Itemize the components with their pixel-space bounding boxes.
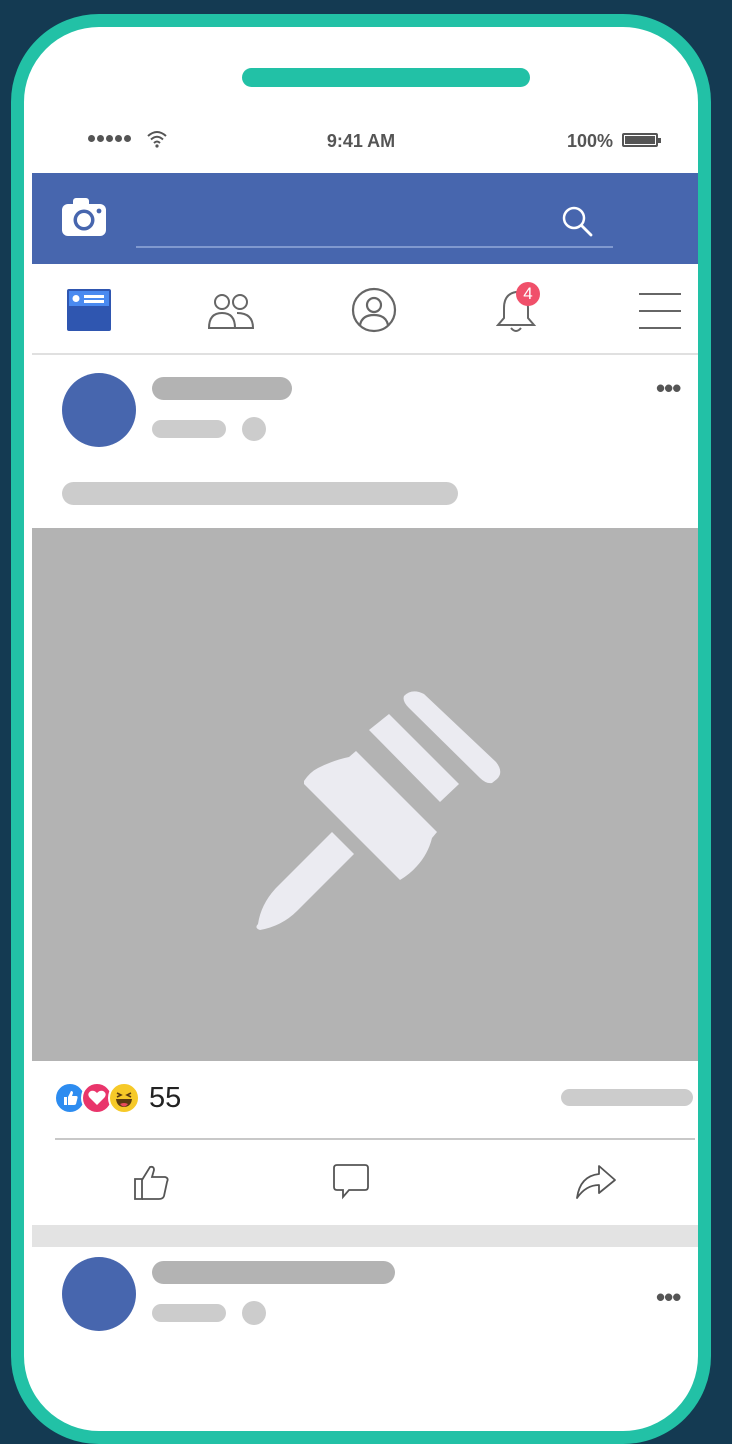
top-bar bbox=[32, 173, 698, 264]
timestamp-placeholder bbox=[152, 420, 226, 438]
action-divider bbox=[55, 1138, 695, 1140]
speaker-slot bbox=[242, 68, 530, 87]
more-options-button[interactable]: ••• bbox=[656, 375, 681, 401]
tab-bar: 4 bbox=[32, 264, 698, 355]
avatar[interactable] bbox=[62, 1257, 136, 1331]
post-actions bbox=[24, 1162, 698, 1206]
friends-icon[interactable] bbox=[207, 291, 255, 331]
phone-frame: 9:41 AM 100% 4 ••• 55 ••• bbox=[11, 14, 711, 1444]
comment-button-icon[interactable] bbox=[331, 1162, 371, 1202]
like-button-icon[interactable] bbox=[132, 1162, 172, 1202]
notifications-tab[interactable]: 4 bbox=[495, 282, 544, 334]
reaction-count: 55 bbox=[149, 1081, 182, 1114]
privacy-placeholder bbox=[242, 1301, 266, 1325]
battery-icon bbox=[622, 133, 661, 147]
news-feed-icon[interactable] bbox=[67, 289, 111, 331]
search-icon[interactable] bbox=[560, 204, 596, 240]
post-text-placeholder bbox=[62, 482, 458, 505]
avatar[interactable] bbox=[62, 373, 136, 447]
status-bar: 9:41 AM 100% bbox=[24, 127, 698, 157]
reactions-summary[interactable]: 55 bbox=[54, 1081, 181, 1115]
profile-icon[interactable] bbox=[350, 286, 398, 334]
search-input[interactable] bbox=[136, 246, 613, 248]
post-image[interactable] bbox=[32, 528, 698, 1061]
pin-icon bbox=[256, 691, 501, 930]
notification-badge: 4 bbox=[516, 282, 540, 306]
author-name-placeholder bbox=[152, 377, 292, 400]
camera-icon[interactable] bbox=[61, 197, 107, 237]
battery-percent: 100% bbox=[567, 131, 614, 151]
comments-count-placeholder bbox=[561, 1089, 693, 1106]
privacy-placeholder bbox=[242, 417, 266, 441]
menu-icon[interactable] bbox=[638, 292, 682, 330]
more-options-button[interactable]: ••• bbox=[656, 1284, 681, 1310]
feed-separator bbox=[32, 1225, 698, 1247]
author-name-placeholder bbox=[152, 1261, 395, 1284]
haha-reaction-icon bbox=[108, 1082, 140, 1114]
timestamp-placeholder bbox=[152, 1304, 226, 1322]
share-button-icon[interactable] bbox=[574, 1162, 618, 1202]
